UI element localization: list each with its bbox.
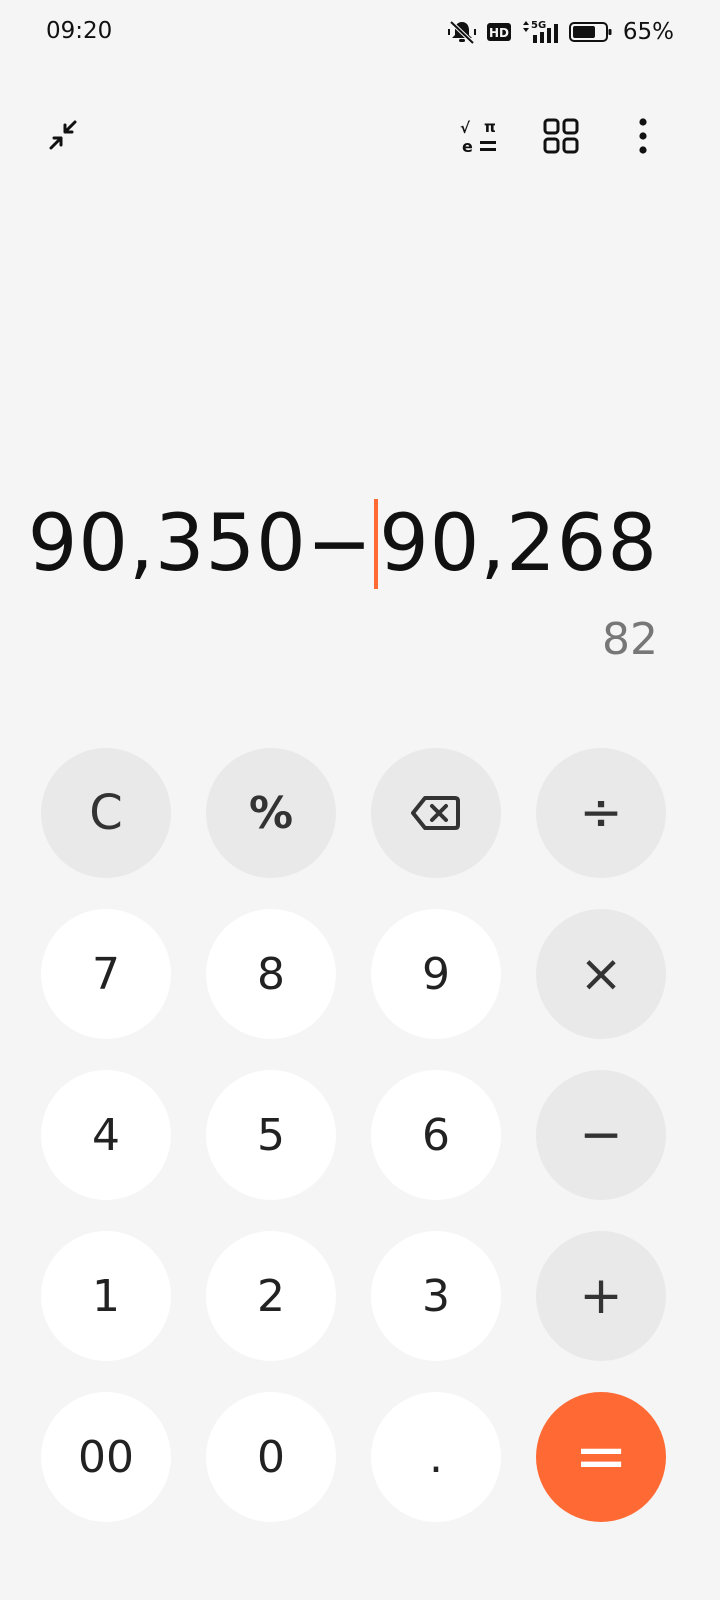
grid-icon xyxy=(543,118,579,154)
battery-percentage: 65% xyxy=(622,19,674,45)
digit-9-button[interactable]: 9 xyxy=(371,909,501,1039)
multiply-button[interactable]: × xyxy=(536,909,666,1039)
clear-label: C xyxy=(89,785,123,841)
clear-button[interactable]: C xyxy=(41,748,171,878)
percent-button[interactable]: % xyxy=(206,748,336,878)
network-label: 5G xyxy=(531,20,546,31)
digit-2-button[interactable]: 2 xyxy=(206,1231,336,1361)
minus-button[interactable]: − xyxy=(536,1070,666,1200)
minus-label: − xyxy=(579,1105,623,1165)
hd-icon: HD xyxy=(486,22,511,42)
digit-6-label: 6 xyxy=(422,1109,450,1161)
more-vertical-icon xyxy=(639,118,647,154)
digit-3-label: 3 xyxy=(422,1270,450,1322)
digit-9-label: 9 xyxy=(422,948,450,1000)
digit-1-button[interactable]: 1 xyxy=(41,1231,171,1361)
digit-4-label: 4 xyxy=(92,1109,120,1161)
percent-label: % xyxy=(248,787,294,839)
expression-before-cursor: 90,350− xyxy=(27,499,374,589)
digit-7-button[interactable]: 7 xyxy=(41,909,171,1039)
digit-3-button[interactable]: 3 xyxy=(371,1231,501,1361)
more-options-button[interactable] xyxy=(617,110,669,162)
divide-label: ÷ xyxy=(579,783,623,843)
digit-4-button[interactable]: 4 xyxy=(41,1070,171,1200)
plus-label: + xyxy=(579,1266,623,1326)
svg-text:e: e xyxy=(462,137,473,156)
double-zero-button[interactable]: 00 xyxy=(41,1392,171,1522)
backspace-icon xyxy=(411,796,460,830)
digit-8-button[interactable]: 8 xyxy=(206,909,336,1039)
digit-6-button[interactable]: 6 xyxy=(371,1070,501,1200)
hd-label: HD xyxy=(489,26,509,40)
divide-button[interactable]: ÷ xyxy=(536,748,666,878)
backspace-button[interactable] xyxy=(371,748,501,878)
collapse-icon xyxy=(49,120,77,150)
5g-signal-icon: 5G xyxy=(521,19,559,45)
double-zero-label: 00 xyxy=(78,1431,134,1483)
collapse-button[interactable] xyxy=(37,110,89,162)
digit-7-label: 7 xyxy=(92,948,120,1000)
svg-text:√: √ xyxy=(460,119,471,137)
plus-button[interactable]: + xyxy=(536,1231,666,1361)
keypad: C % ÷ 7 8 9 × 4 5 6 − 1 2 3 + 00 0 . = xyxy=(41,748,666,1522)
text-cursor xyxy=(374,499,379,589)
scientific-functions-icon: √ π e xyxy=(460,118,496,156)
digit-5-button[interactable]: 5 xyxy=(206,1070,336,1200)
equals-button[interactable]: = xyxy=(536,1392,666,1522)
decimal-point-label: . xyxy=(429,1431,443,1483)
expression-after-cursor: 90,268 xyxy=(379,499,658,589)
digit-8-label: 8 xyxy=(257,948,285,1000)
result-preview: 82 xyxy=(602,614,658,665)
digit-2-label: 2 xyxy=(257,1270,285,1322)
mute-bell-icon xyxy=(447,19,477,45)
decimal-point-button[interactable]: . xyxy=(371,1392,501,1522)
status-time: 09:20 xyxy=(46,18,113,44)
battery-icon xyxy=(568,20,613,44)
digit-5-label: 5 xyxy=(257,1109,285,1161)
digit-0-button[interactable]: 0 xyxy=(206,1392,336,1522)
digit-1-label: 1 xyxy=(92,1270,120,1322)
scientific-mode-button[interactable]: √ π e xyxy=(452,110,504,162)
converter-button[interactable] xyxy=(535,110,587,162)
equals-label: = xyxy=(574,1420,628,1494)
multiply-label: × xyxy=(579,944,623,1004)
svg-text:π: π xyxy=(484,118,496,136)
status-icons: HD 5G 65% xyxy=(447,16,674,48)
expression-input[interactable]: 90,350− 90,268 xyxy=(28,496,658,592)
digit-0-label: 0 xyxy=(257,1431,285,1483)
status-bar: 09:20 HD 5G 65% xyxy=(0,0,720,64)
